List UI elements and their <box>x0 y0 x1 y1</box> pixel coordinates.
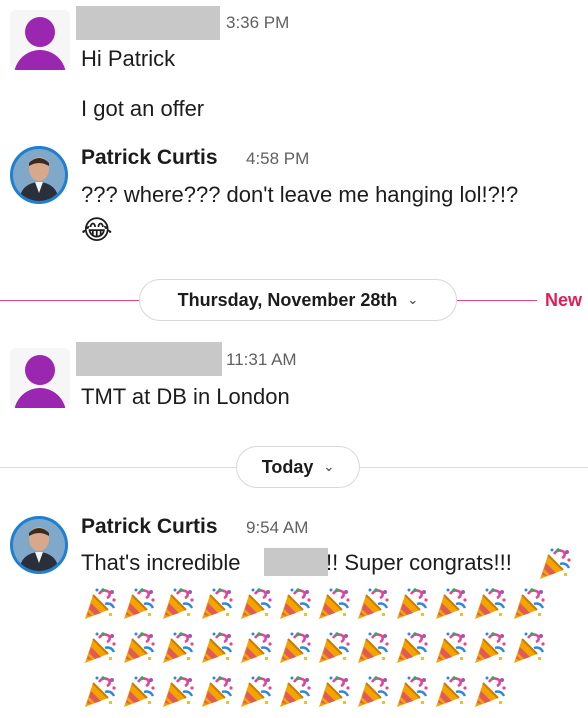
party-popper-icon <box>198 586 237 630</box>
party-popper-icon <box>198 674 237 718</box>
message-text-start: That's incredible <box>81 550 241 575</box>
avatar-head <box>25 17 55 47</box>
divider-line <box>360 467 588 468</box>
person-photo-icon <box>13 149 65 201</box>
party-popper-icon <box>81 630 120 674</box>
sender-name[interactable]: Patrick Curtis <box>81 515 218 539</box>
message-text: TMT at DB in London <box>81 384 290 409</box>
redacted-sender-name <box>76 342 222 376</box>
party-popper-icon <box>159 674 198 718</box>
chevron-down-icon: ⌄ <box>323 459 335 474</box>
party-popper-icon <box>432 586 471 630</box>
new-messages-label: New <box>545 290 583 310</box>
party-popper-icon <box>471 586 510 630</box>
avatar[interactable] <box>10 10 70 70</box>
avatar-body <box>14 388 66 408</box>
message-text-end: !! Super congrats!!! <box>326 550 512 575</box>
message-timestamp[interactable]: 11:31 AM <box>226 350 297 370</box>
message-timestamp[interactable]: 9:54 AM <box>246 518 308 538</box>
avatar-head <box>25 355 55 385</box>
party-popper-icon <box>276 674 315 718</box>
laughing-emoji: 😂 <box>81 215 113 245</box>
party-popper-icon <box>393 586 432 630</box>
date-divider-button[interactable]: Today ⌄ <box>236 446 360 488</box>
party-popper-icon <box>471 630 510 674</box>
new-messages-line <box>457 300 537 301</box>
date-label: Today <box>261 456 314 477</box>
redacted-name <box>264 548 328 576</box>
new-messages-line <box>0 300 140 301</box>
party-popper-icon <box>354 586 393 630</box>
message-text: Hi Patrick <box>81 46 176 71</box>
avatar-body <box>14 50 66 70</box>
message-text: I got an offer <box>81 96 205 121</box>
message-timestamp[interactable]: 3:36 PM <box>226 13 289 33</box>
party-emoji-group <box>81 586 581 718</box>
redacted-sender-name <box>76 6 220 40</box>
avatar[interactable] <box>10 348 70 408</box>
party-popper-icon <box>198 630 237 674</box>
party-popper-icon <box>393 630 432 674</box>
party-popper-icon <box>276 630 315 674</box>
party-popper-icon <box>315 674 354 718</box>
party-popper-icon <box>536 546 575 590</box>
party-popper-icon <box>237 586 276 630</box>
avatar[interactable] <box>10 516 68 574</box>
message-timestamp[interactable]: 4:58 PM <box>246 149 309 169</box>
party-popper-icon <box>315 630 354 674</box>
party-popper-icon <box>237 674 276 718</box>
party-popper-icon <box>120 674 159 718</box>
party-popper-icon <box>354 630 393 674</box>
party-popper-icon <box>120 586 159 630</box>
message-text: ??? where??? don't leave me hanging lol!… <box>81 182 519 207</box>
party-popper-icon <box>315 586 354 630</box>
party-popper-icon <box>81 586 120 630</box>
party-popper-icon <box>237 630 276 674</box>
party-popper-icon <box>471 674 510 718</box>
chevron-down-icon: ⌄ <box>407 292 419 307</box>
party-popper-icon <box>276 586 315 630</box>
party-popper-icon <box>510 630 549 674</box>
person-photo-icon <box>13 519 65 571</box>
date-divider-button[interactable]: Thursday, November 28th ⌄ <box>139 279 457 321</box>
party-popper-icon <box>354 674 393 718</box>
party-popper-icon <box>393 674 432 718</box>
party-popper-icon <box>432 630 471 674</box>
sender-name[interactable]: Patrick Curtis <box>81 146 218 170</box>
party-popper-icon <box>510 586 549 630</box>
party-popper-icon <box>120 630 159 674</box>
avatar[interactable] <box>10 146 68 204</box>
party-popper-icon <box>159 630 198 674</box>
divider-line <box>0 467 236 468</box>
party-popper-icon <box>432 674 471 718</box>
party-popper-icon <box>81 674 120 718</box>
date-label: Thursday, November 28th <box>177 289 398 310</box>
party-popper-icon <box>159 586 198 630</box>
